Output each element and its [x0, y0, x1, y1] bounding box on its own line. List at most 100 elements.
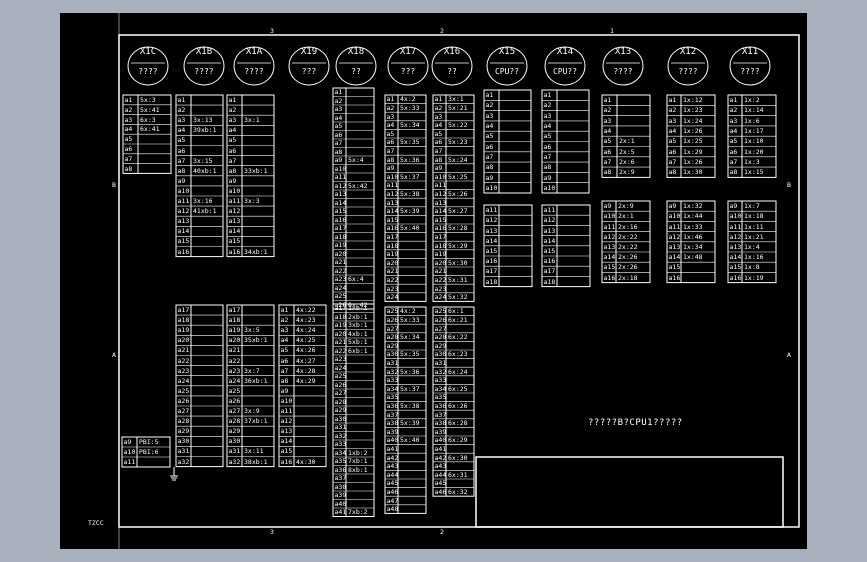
- pin-table-13-pin-a11: a11: [543, 206, 556, 215]
- pin-table-10-pin-a4: a4: [668, 127, 677, 136]
- pin-table-6-pin-a14: a14: [434, 207, 447, 216]
- pin-table-4-pin-a4: a4: [334, 113, 343, 122]
- pin-table-5-pin-a8: a8: [386, 155, 395, 164]
- pin-table-22-signal-a28: 5x:34: [400, 333, 420, 342]
- pin-table-6-signal-a22: 5x:31: [448, 275, 468, 284]
- pin-table-15-signal-a14: 1x:48: [683, 253, 703, 262]
- pin-table-2-signal-a3: 3x:13: [193, 116, 213, 125]
- connector-x1a-subtitle: ????: [244, 67, 264, 76]
- frame-letter-b-right: B: [787, 181, 791, 189]
- pin-table-21-signal-a34: 1xb:2: [348, 448, 368, 457]
- pin-table-20-signal-a2: 4x:23: [296, 316, 316, 325]
- pin-table-13-pin-a17: a17: [543, 267, 556, 276]
- pin-table-21-pin-a21: a21: [334, 338, 347, 347]
- pin-table-10-signal-a4: 1x:26: [683, 127, 703, 136]
- pin-table-5-pin-a20: a20: [386, 258, 399, 267]
- pin-table-22-pin-a28: a28: [386, 333, 399, 342]
- pin-table-20-signal-a5: 4x:26: [296, 346, 316, 355]
- pin-table-1-pin-a5: a5: [124, 135, 133, 144]
- pin-table-2-pin-a13: a13: [177, 217, 190, 226]
- pin-table-6-signal-a4: 5x:22: [448, 121, 468, 130]
- pin-table-4-pin-a10: a10: [334, 164, 347, 173]
- pin-table-15-pin-a14: a14: [668, 253, 681, 262]
- pin-table-1-pin-a3: a3: [124, 115, 133, 124]
- pin-table-3-signal-a3: 3x:1: [244, 116, 260, 125]
- pin-table-22-pin-a33: a33: [386, 376, 399, 385]
- pin-table-16-signal-a9: 1x:7: [744, 202, 760, 211]
- pin-table-4-pin-a2: a2: [334, 96, 343, 105]
- pin-table-16-pin-a14: a14: [729, 253, 742, 262]
- pin-table-23-pin-a37: a37: [434, 410, 447, 419]
- pin-table-12-pin-a18: a18: [485, 277, 498, 286]
- pin-table-21-signal-a35: 7xb:1: [348, 457, 368, 466]
- frame-number-bottom-2: 2: [440, 528, 444, 536]
- pin-table-2-pin-a4: a4: [177, 126, 186, 135]
- connector-x19-name: X19: [300, 47, 318, 57]
- pin-table-16-pin-a11: a11: [729, 222, 742, 231]
- pin-table-20-pin-a15: a15: [280, 447, 293, 456]
- pin-table-20-pin-a7: a7: [280, 366, 289, 375]
- pin-table-7-pin-a2: a2: [485, 101, 494, 110]
- pin-table-8-pin-a3: a3: [543, 111, 552, 120]
- pin-table-6-pin-a9: a9: [434, 164, 443, 173]
- pin-table-5-pin-a7: a7: [386, 146, 395, 155]
- pin-table-23-signal-a34: 6x:25: [448, 384, 468, 393]
- pin-table-17-pin-a11: a11: [123, 458, 136, 466]
- pin-table-23-signal-a28: 6x:22: [448, 333, 468, 342]
- pin-table-11-pin-a8: a8: [729, 168, 738, 177]
- pin-table-22-signal-a38: 5x:39: [400, 419, 420, 428]
- pin-table-14-signal-a13: 2x:22: [618, 242, 638, 251]
- pin-table-5-pin-a13: a13: [386, 198, 399, 207]
- pin-table-23-pin-a31: a31: [434, 358, 447, 367]
- pin-table-9-signal-a6: 2x:5: [619, 147, 635, 156]
- pin-table-3-pin-a3: a3: [228, 116, 237, 125]
- pin-table-15-signal-a10: 1x:44: [683, 212, 703, 221]
- pin-table-5-pin-a21: a21: [386, 267, 399, 276]
- pin-table-23-signal-a30: 6x:23: [448, 350, 468, 359]
- pin-table-2-signal-a7: 3x:15: [193, 156, 213, 165]
- pin-table-22-signal-a40: 5x:40: [400, 436, 420, 445]
- pin-table-14-pin-a16: a16: [603, 273, 616, 282]
- pin-table-6-signal-a12: 5x:26: [448, 189, 468, 198]
- pin-table-13-pin-a15: a15: [543, 246, 556, 255]
- pin-table-9-pin-a3: a3: [603, 116, 612, 125]
- pin-table-8-pin-a1: a1: [543, 91, 552, 100]
- pin-table-15-pin-a10: a10: [668, 212, 681, 221]
- pin-table-23-signal-a44: 6x:31: [448, 470, 468, 479]
- pin-table-23-signal-a40: 6x:29: [448, 436, 468, 445]
- pin-table-11-signal-a3: 1x:6: [744, 116, 760, 125]
- pin-table-15-pin-a12: a12: [668, 232, 681, 241]
- pin-table-5-pin-a24: a24: [386, 293, 399, 302]
- pin-table-4-pin-a6: a6: [334, 130, 343, 139]
- pin-table-4-pin-a1: a1: [334, 88, 343, 97]
- pin-table-2-pin-a16: a16: [177, 247, 190, 256]
- pin-table-3-pin-a12: a12: [228, 207, 241, 216]
- pin-table-2-pin-a9: a9: [177, 176, 186, 185]
- pin-table-11-signal-a7: 1x:3: [744, 157, 760, 166]
- pin-table-5-pin-a1: a1: [386, 95, 395, 104]
- pin-table-10-signal-a7: 1x:26: [683, 157, 703, 166]
- pin-table-12-pin-a14: a14: [485, 236, 498, 245]
- pin-table-18-pin-a32: a32: [177, 457, 190, 466]
- pin-table-19-pin-a17: a17: [228, 306, 241, 315]
- connector-x1c-name: X1C: [139, 47, 157, 57]
- connector-x18-name: X18: [347, 47, 365, 57]
- pin-table-21-pin-a38: a38: [334, 482, 347, 491]
- pin-table-4-pin-a18: a18: [334, 232, 347, 241]
- pin-table-14-signal-a10: 2x:1: [618, 212, 634, 221]
- pin-table-21-pin-a39: a39: [334, 491, 347, 500]
- pin-table-7-pin-a4: a4: [485, 122, 494, 131]
- pin-table-6-signal-a10: 5x:25: [448, 172, 468, 181]
- pin-table-5-signal-a2: 5x:33: [400, 103, 420, 112]
- pin-table-6-pin-a2: a2: [434, 103, 443, 112]
- pin-table-14-signal-a12: 2x:22: [618, 232, 638, 241]
- pin-table-7-pin-a7: a7: [485, 152, 494, 161]
- pin-table-23-pin-a35: a35: [434, 393, 447, 402]
- pin-table-23-pin-a32: a32: [434, 367, 447, 376]
- pin-table-16-pin-a12: a12: [729, 232, 742, 241]
- pin-table-21-pin-a28: a28: [334, 397, 347, 406]
- pin-table-20-pin-a5: a5: [280, 346, 289, 355]
- pin-table-1-pin-a2: a2: [124, 105, 133, 114]
- pin-table-7-pin-a6: a6: [485, 142, 494, 151]
- pin-table-1-signal-a2: 5x:41: [140, 105, 160, 114]
